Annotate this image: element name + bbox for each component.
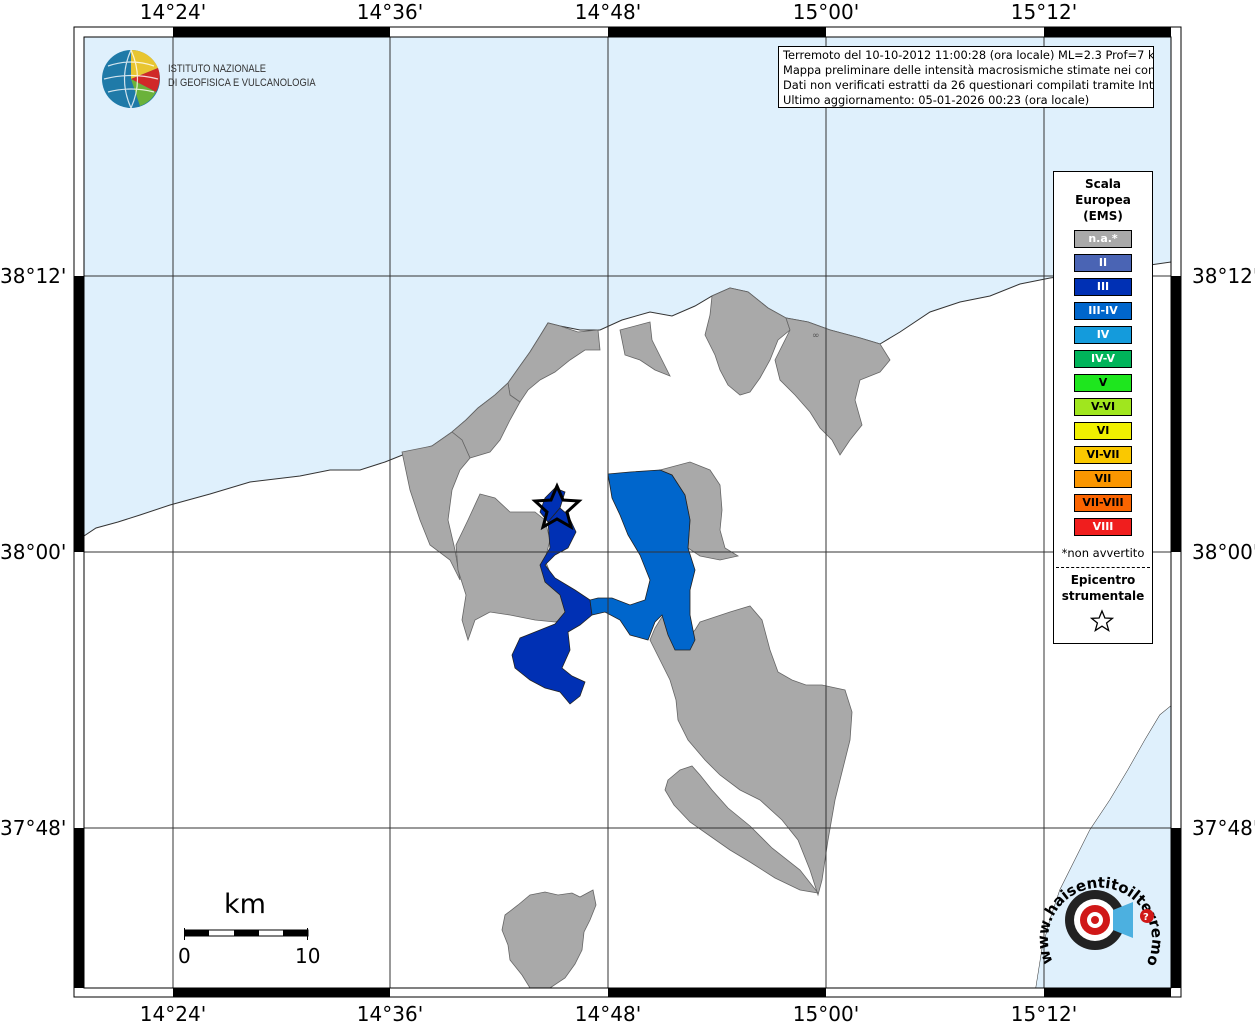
tick-right-3: 37°48' — [1192, 816, 1255, 840]
star-icon — [1090, 609, 1114, 632]
legend-non-avvertito: *non avvertito — [1061, 546, 1145, 560]
tick-bottom-3: 14°48' — [574, 1002, 642, 1026]
ingv-line1: ISTITUTO NAZIONALE — [168, 63, 267, 75]
tick-bottom-2: 14°36' — [356, 1002, 424, 1026]
scale-max: 10 — [295, 944, 321, 968]
legend-item-vii: VII — [1074, 470, 1132, 488]
legend-title-line3: (EMS) — [1083, 209, 1123, 223]
scale-unit: km — [224, 889, 266, 920]
event-info-line4: Ultimo aggiornamento: 05-01-2026 00:23 (… — [783, 93, 1090, 107]
event-info-line1: Terremoto del 10-10-2012 11:00:28 (ora l… — [783, 48, 1154, 62]
legend-epicentro: Epicentro strumentale — [1054, 572, 1152, 604]
tick-right-2: 38°00' — [1192, 540, 1255, 564]
tick-bottom-5: 15°12' — [1010, 1002, 1078, 1026]
legend-item-iv-v: IV-V — [1074, 350, 1132, 368]
event-info-line3: Dati non verificati estratti da 26 quest… — [783, 78, 1154, 92]
legend-item-viii: VIII — [1074, 518, 1132, 536]
svg-text:?: ? — [1143, 912, 1149, 923]
tick-top-4: 15°00' — [792, 0, 860, 24]
ingv-line2: DI GEOFISICA E VULCANOLOGIA — [168, 77, 316, 89]
legend-item-ii: II — [1074, 254, 1132, 272]
tick-top-1: 14°24' — [139, 0, 207, 24]
scale-bar — [184, 928, 309, 940]
tick-bottom-4: 15°00' — [792, 1002, 860, 1026]
event-info-box: Terremoto del 10-10-2012 11:00:28 (ora l… — [778, 46, 1154, 108]
tick-left-3: 37°48' — [0, 816, 67, 840]
legend-item-vii-viii: VII-VIII — [1074, 494, 1132, 512]
svg-text:∞: ∞ — [812, 331, 820, 341]
tick-top-3: 14°48' — [574, 0, 642, 24]
legend-item-vi: VI — [1074, 422, 1132, 440]
tick-right-1: 38°12' — [1192, 264, 1255, 288]
legend-title-line1: Scala — [1084, 177, 1122, 191]
tick-bottom-1: 14°24' — [139, 1002, 207, 1026]
legend-item-iii-iv: III-IV — [1074, 302, 1132, 320]
legend-item-v-vi: V-VI — [1074, 398, 1132, 416]
legend-separator — [1056, 567, 1150, 568]
haisentito-logo: www.haisentitoilterremoto.it ? — [1035, 858, 1165, 969]
legend-item-v: V — [1074, 374, 1132, 392]
legend-title-line2: Europea — [1075, 193, 1131, 207]
legend-item-vi-vii: VI-VII — [1074, 446, 1132, 464]
ingv-name: ISTITUTO NAZIONALE DI GEOFISICA E VULCAN… — [168, 62, 316, 90]
legend-epi-line1: Epicentro — [1070, 573, 1136, 587]
legend-title: Scala Europea (EMS) — [1054, 176, 1152, 224]
legend-item-n-a-: n.a.* — [1074, 230, 1132, 248]
legend-item-iii: III — [1074, 278, 1132, 296]
tick-top-2: 14°36' — [356, 0, 424, 24]
scale-min: 0 — [178, 944, 191, 968]
legend-item-iv: IV — [1074, 326, 1132, 344]
legend-epi-line2: strumentale — [1061, 589, 1145, 603]
event-info-line2: Mappa preliminare delle intensità macros… — [783, 63, 1154, 77]
tick-left-1: 38°12' — [0, 264, 67, 288]
ems-legend: Scala Europea (EMS) n.a.* II III III-IV IV IV… — [1053, 171, 1153, 644]
tick-top-5: 15°12' — [1010, 0, 1078, 24]
tick-left-2: 38°00' — [0, 540, 67, 564]
